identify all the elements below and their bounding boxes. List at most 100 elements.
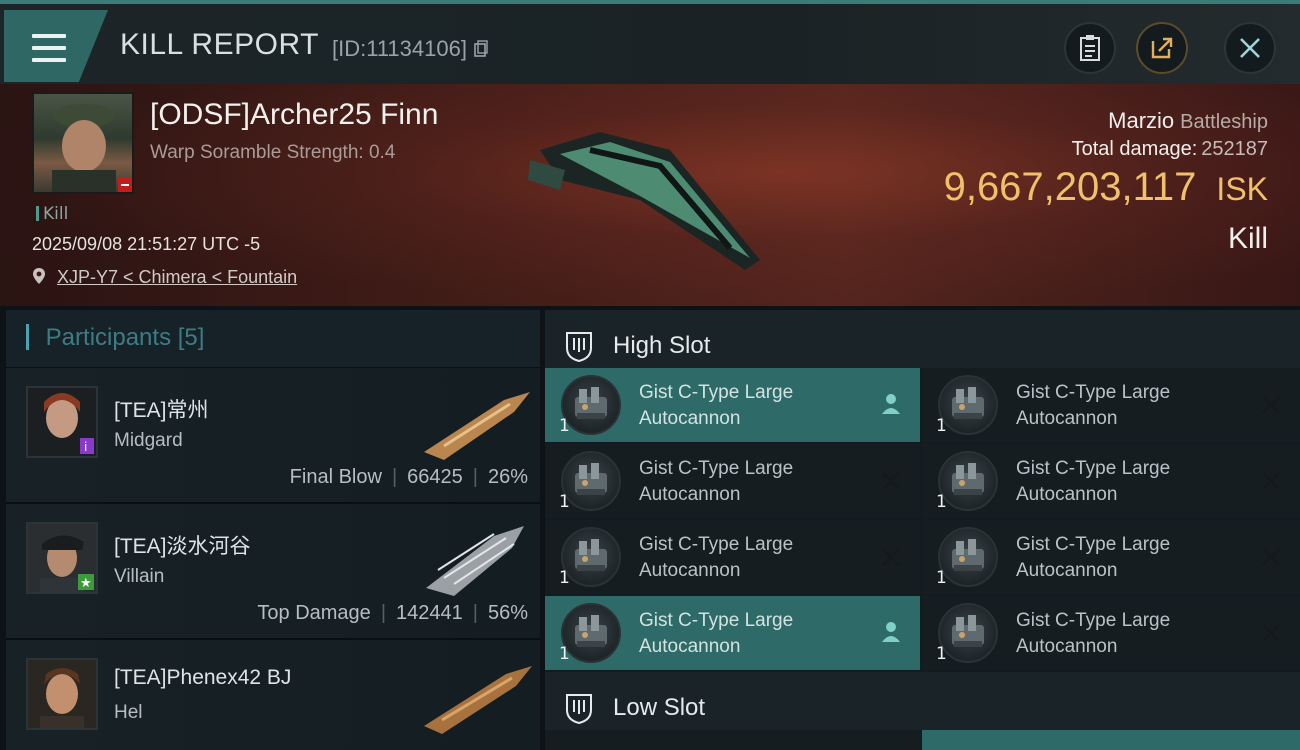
- copy-icon[interactable]: [473, 40, 489, 58]
- kill-timestamp: 2025/09/08 21:51:27 UTC -5: [32, 234, 261, 254]
- slot-item-name: Gist C-Type Large Autocannon: [639, 534, 794, 581]
- participant-name: [TEA]Phenex42 BJ: [114, 666, 292, 689]
- high-slot-item[interactable]: 1 Gist C-Type Large Autocannon: [545, 596, 920, 670]
- slot-quantity: 1: [936, 644, 947, 664]
- slot-quantity: 1: [936, 492, 947, 512]
- x-icon: [880, 468, 902, 492]
- low-slot-grid: [545, 730, 1300, 750]
- ship-summary: Marzio Battleship Total damage: 252187 9,6…: [944, 108, 1268, 256]
- high-slot-item[interactable]: 1 Gist C-Type Large Autocannon: [545, 368, 920, 442]
- participant-row[interactable]: i [TEA]常州 Midgard Final Blow | 66425 | 26%: [6, 368, 540, 504]
- slot-quantity: 1: [559, 568, 570, 588]
- victim-ship-image: [528, 132, 760, 270]
- svg-text:★: ★: [80, 576, 92, 591]
- turret-icon: [938, 527, 998, 587]
- x-icon: [1260, 392, 1282, 416]
- close-button[interactable]: [1224, 22, 1276, 74]
- slot-item-name: Gist C-Type Large Autocannon: [639, 382, 794, 429]
- share-button[interactable]: [1136, 22, 1188, 74]
- report-id: [ID:11134106]: [332, 36, 489, 62]
- high-slot-item[interactable]: 1 Gist C-Type Large Autocannon: [922, 368, 1300, 442]
- turret-icon: [561, 451, 621, 511]
- turret-icon: [938, 451, 998, 511]
- turret-icon: [938, 375, 998, 435]
- slot-quantity: 1: [559, 416, 570, 436]
- person-icon: [880, 620, 902, 644]
- ship-name: Marzio: [1108, 108, 1175, 133]
- total-damage-value: 252187: [1201, 138, 1268, 160]
- menu-button[interactable]: [4, 10, 108, 82]
- high-slot-item[interactable]: 1 Gist C-Type Large Autocannon: [545, 444, 920, 518]
- slot-quantity: 1: [936, 568, 947, 588]
- x-icon: [1260, 620, 1282, 644]
- location-link[interactable]: XJP-Y7 < Chimera < Fountain: [57, 267, 297, 287]
- x-icon: [1260, 468, 1282, 492]
- low-slot-cell[interactable]: [922, 730, 1300, 750]
- participant-name: [TEA]淡水河谷: [114, 535, 251, 558]
- x-icon: [1260, 544, 1282, 568]
- kill-tag: Kill: [36, 204, 68, 224]
- high-slot-item[interactable]: 1 Gist C-Type Large Autocannon: [922, 444, 1300, 518]
- isk-unit: ISK: [1216, 171, 1268, 207]
- high-slot-header: High Slot: [545, 310, 1300, 368]
- isk-value: 9,667,203,117: [943, 165, 1197, 209]
- participant-row[interactable]: ★ [TEA]淡水河谷 Villain Top Damage | 142441 | 56…: [6, 504, 540, 640]
- clipboard-icon: [1080, 35, 1100, 61]
- clipboard-button[interactable]: [1064, 22, 1116, 74]
- svg-text:i: i: [84, 440, 87, 454]
- participants-panel: Participants [5] i [TEA]常州 Midgard Final…: [6, 310, 540, 750]
- participant-avatar[interactable]: ★: [26, 522, 98, 594]
- participants-header: Participants [5]: [6, 310, 540, 368]
- high-slot-grid: 1 Gist C-Type Large Autocannon 1 Gist C-Type…: [545, 368, 1300, 670]
- shield-slot-icon: [566, 332, 592, 362]
- share-icon: [1151, 37, 1173, 59]
- result-label: Kill: [1227, 222, 1268, 255]
- participant-ship: Villain: [114, 566, 165, 587]
- low-slot-cell[interactable]: [545, 730, 920, 750]
- slot-item-name: Gist C-Type Large Autocannon: [639, 610, 794, 657]
- x-icon: [880, 544, 902, 568]
- slot-quantity: 1: [559, 492, 570, 512]
- slot-item-name: Gist C-Type Large Autocannon: [1016, 534, 1171, 581]
- participant-name: [TEA]常州: [114, 399, 209, 422]
- victim-subtitle: Warp Soramble Strength: 0.4: [150, 142, 396, 163]
- participant-stats: Final Blow | 66425 | 26%: [289, 466, 528, 488]
- victim-avatar[interactable]: [32, 92, 134, 194]
- participant-ship: Midgard: [114, 430, 183, 451]
- slot-quantity: 1: [559, 644, 570, 664]
- ship-class: Battleship: [1180, 111, 1268, 133]
- turret-icon: [561, 527, 621, 587]
- kill-location[interactable]: XJP-Y7 < Chimera < Fountain: [32, 267, 297, 288]
- participant-avatar[interactable]: i: [26, 386, 98, 458]
- participant-ship-image: [426, 526, 524, 596]
- participant-row[interactable]: [TEA]Phenex42 BJ Hel: [6, 640, 540, 750]
- participant-ship: Hel: [114, 702, 143, 723]
- fitting-panel: High Slot 1 Gist C-Type Large Autocannon 1 G…: [545, 310, 1300, 750]
- victim-banner: [ODSF]Archer25 Finn Warp Soramble Streng…: [0, 84, 1300, 306]
- high-slot-item[interactable]: 1 Gist C-Type Large Autocannon: [922, 520, 1300, 594]
- location-pin-icon: [33, 268, 45, 284]
- total-damage-label: Total damage:: [1071, 138, 1198, 160]
- slot-quantity: 1: [936, 416, 947, 436]
- turret-icon: [938, 603, 998, 663]
- close-icon: [1240, 38, 1260, 58]
- participant-stats: Top Damage | 142441 | 56%: [257, 602, 528, 624]
- participant-avatar[interactable]: [26, 658, 98, 730]
- slot-item-name: Gist C-Type Large Autocannon: [1016, 610, 1171, 657]
- slot-item-name: Gist C-Type Large Autocannon: [639, 458, 794, 505]
- page-title: KILL REPORT: [120, 28, 319, 61]
- high-slot-item[interactable]: 1 Gist C-Type Large Autocannon: [922, 596, 1300, 670]
- top-bar: KILL REPORT [ID:11134106]: [0, 0, 1300, 84]
- shield-slot-icon: [566, 694, 592, 724]
- turret-icon: [561, 375, 621, 435]
- person-icon: [880, 392, 902, 416]
- participant-ship-image: [424, 392, 530, 460]
- slot-item-name: Gist C-Type Large Autocannon: [1016, 458, 1171, 505]
- victim-name: [ODSF]Archer25 Finn: [150, 98, 439, 131]
- low-slot-header: Low Slot: [545, 672, 1300, 730]
- slot-item-name: Gist C-Type Large Autocannon: [1016, 382, 1171, 429]
- high-slot-item[interactable]: 1 Gist C-Type Large Autocannon: [545, 520, 920, 594]
- turret-icon: [561, 603, 621, 663]
- participant-ship-image: [424, 666, 532, 734]
- menu-icon: [32, 34, 66, 62]
